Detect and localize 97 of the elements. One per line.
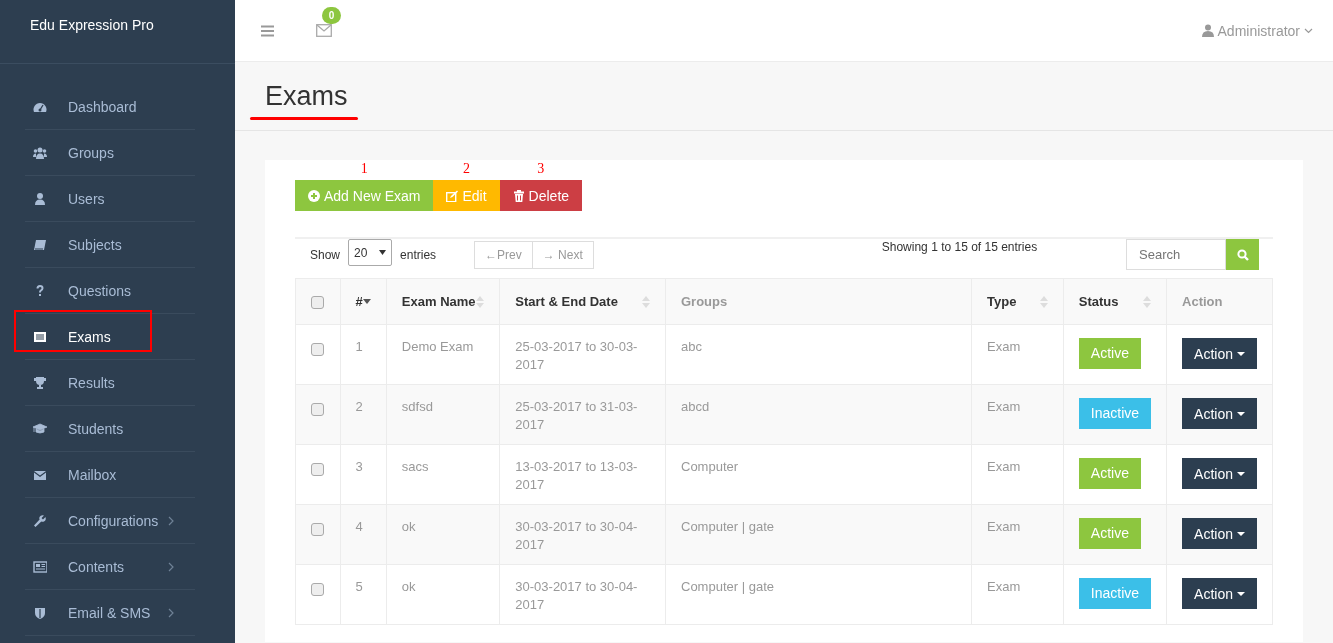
column-header[interactable]: Start & End Date	[515, 294, 618, 309]
action-dropdown-button[interactable]: Action	[1182, 578, 1257, 609]
search-icon	[1236, 248, 1249, 261]
column-header: Action	[1182, 294, 1223, 309]
sidebar-item[interactable]: Students	[25, 406, 195, 452]
next-button[interactable]: → Next	[532, 241, 594, 269]
sidebar-item[interactable]: Questions	[25, 268, 195, 314]
caret-down-icon	[1236, 351, 1245, 356]
table-cell: 3	[355, 459, 363, 474]
status-badge: Active	[1078, 518, 1141, 549]
sidebar-item[interactable]: Email & SMS	[25, 590, 195, 636]
table-cell: sdfsd	[401, 399, 433, 414]
table-cell: sacs	[401, 459, 429, 474]
column-header[interactable]: #	[355, 294, 363, 309]
action-dropdown-button[interactable]: Action	[1182, 338, 1257, 369]
table-cell: abcd	[681, 399, 710, 414]
column-header: Groups	[681, 294, 728, 309]
sidebar-item[interactable]: Configurations	[25, 498, 195, 544]
annotation-number: 2	[462, 160, 472, 178]
chevron-down-icon	[1304, 27, 1313, 34]
caret-down-icon	[1236, 411, 1245, 416]
envelope-icon[interactable]	[316, 24, 332, 37]
column-header[interactable]: Type	[987, 294, 1017, 309]
table-cell: Demo Exam	[401, 339, 474, 354]
table-cell: ok	[401, 519, 416, 534]
page-size-select[interactable]: 20	[348, 239, 393, 266]
table-cell: 4	[355, 519, 363, 534]
entries-label: entries	[400, 248, 437, 262]
row-checkbox[interactable]	[311, 343, 325, 357]
table-cell: 2	[355, 399, 363, 414]
sidebar-item[interactable]: Mailbox	[25, 452, 195, 498]
sidebar-item[interactable]: Groups	[25, 130, 195, 176]
row-checkbox[interactable]	[311, 403, 325, 417]
table-cell: Exam	[987, 579, 1021, 594]
annotation-number: 1	[359, 160, 369, 178]
table-cell: Computer	[681, 459, 739, 474]
sidebar-item[interactable]: Users	[25, 176, 195, 222]
table-cell: ok	[401, 579, 416, 594]
user-icon	[33, 191, 47, 206]
table-cell: 30-03-2017 to 30-04-2017	[515, 579, 638, 612]
status-badge: Active	[1078, 458, 1141, 489]
status-badge: Inactive	[1078, 398, 1152, 429]
trash-icon	[512, 189, 525, 202]
action-dropdown-button[interactable]: Action	[1182, 458, 1257, 489]
search-button[interactable]	[1226, 239, 1259, 270]
table-cell: 30-03-2017 to 30-04-2017	[515, 519, 638, 552]
select-all-checkbox[interactable]	[311, 296, 325, 310]
show-label: Show	[310, 248, 341, 262]
annotation-number: 3	[536, 160, 546, 178]
table-cell: 25-03-2017 to 31-03-2017	[515, 399, 638, 432]
list-icon	[33, 329, 47, 344]
caret-down-icon	[1236, 591, 1245, 596]
action-dropdown-button[interactable]: Action	[1182, 398, 1257, 429]
table-cell: 13-03-2017 to 13-03-2017	[515, 459, 638, 492]
table-cell: 25-03-2017 to 30-03-2017	[515, 339, 638, 372]
user-icon	[1201, 24, 1214, 37]
plus-circle-icon	[308, 189, 320, 202]
caret-down-icon	[1236, 471, 1245, 476]
table-cell: Computer | gate	[681, 579, 774, 594]
graduation-cap-icon	[33, 421, 47, 436]
shield-icon	[33, 605, 47, 620]
sidebar-item[interactable]: Exams	[25, 314, 195, 360]
wrench-icon	[33, 513, 47, 528]
mail-count-badge: 0	[322, 7, 341, 24]
table-cell: abc	[681, 339, 702, 354]
table-cell: Exam	[987, 459, 1021, 474]
row-checkbox[interactable]	[311, 463, 325, 477]
trophy-icon	[33, 375, 47, 390]
sidebar-item[interactable]: Subjects	[25, 222, 195, 268]
table-cell: Exam	[987, 519, 1021, 534]
table-cell: 5	[355, 579, 363, 594]
search-field[interactable]: Search	[1126, 239, 1226, 270]
users-icon	[33, 145, 47, 160]
book-icon	[33, 237, 47, 252]
status-badge: Inactive	[1078, 578, 1152, 609]
menu-icon[interactable]	[261, 24, 274, 37]
status-badge: Active	[1078, 338, 1141, 369]
table-cell: 1	[355, 339, 363, 354]
entries-info: Showing 1 to 15 of 15 entries	[881, 240, 1038, 254]
sidebar-item[interactable]: Contents	[25, 544, 195, 590]
table-cell: Computer | gate	[681, 519, 774, 534]
sidebar-item[interactable]: Dashboard	[25, 84, 195, 130]
brand-name: Edu Expression Pro	[30, 17, 154, 33]
table-cell: Exam	[987, 399, 1021, 414]
delete-button[interactable]: Delete	[499, 180, 583, 211]
caret-down-icon	[1236, 531, 1245, 536]
table-cell: Exam	[987, 339, 1021, 354]
row-checkbox[interactable]	[311, 583, 325, 597]
action-dropdown-button[interactable]: Action	[1182, 518, 1257, 549]
page-title: Exams	[265, 80, 348, 112]
dropdown-arrow-icon	[379, 250, 387, 255]
row-checkbox[interactable]	[311, 523, 325, 537]
sidebar-item[interactable]: Results	[25, 360, 195, 406]
edit-icon	[446, 189, 459, 202]
newspaper-icon	[33, 559, 47, 574]
user-menu[interactable]: Administrator	[1201, 22, 1313, 39]
column-header[interactable]: Status	[1078, 294, 1119, 309]
